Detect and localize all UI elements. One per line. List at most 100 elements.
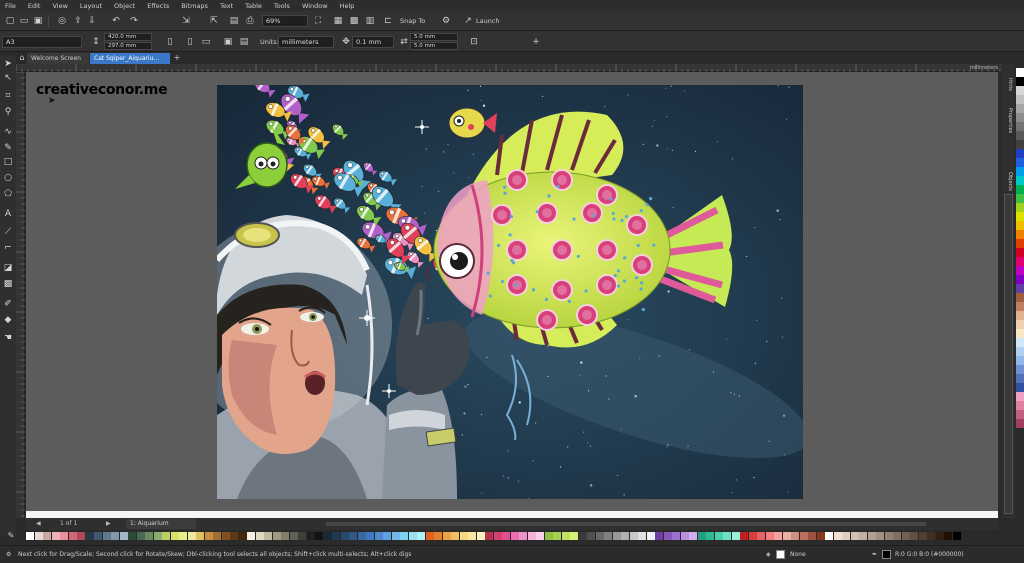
palette-swatch[interactable] <box>1016 239 1024 248</box>
palette-swatch[interactable] <box>570 532 578 540</box>
full-screen-icon[interactable]: ⛶ <box>312 15 324 27</box>
palette-swatch[interactable] <box>493 532 502 540</box>
palette-swatch[interactable] <box>791 532 799 540</box>
palette-swatch[interactable] <box>1016 329 1024 338</box>
zoom-tool-icon[interactable]: ⚲ <box>2 106 14 118</box>
palette-swatch[interactable] <box>1016 257 1024 266</box>
text-tool-icon[interactable]: A <box>2 208 14 220</box>
palette-swatch[interactable] <box>162 532 170 540</box>
palette-swatch[interactable] <box>77 532 85 540</box>
nudge-distance-field[interactable]: 0.1 mm <box>352 36 394 48</box>
drop-shadow-icon[interactable]: ◪ <box>2 262 14 274</box>
ellipse-tool-icon[interactable]: ○ <box>2 172 14 184</box>
palette-swatch[interactable] <box>935 532 944 540</box>
palette-swatch[interactable] <box>706 532 714 540</box>
palette-swatch[interactable] <box>757 532 765 540</box>
docker-tab-hints[interactable]: Hints <box>1004 78 1013 91</box>
palette-swatch[interactable] <box>689 532 697 540</box>
palette-swatch[interactable] <box>315 532 323 540</box>
palette-swatch[interactable] <box>366 532 374 540</box>
import-icon[interactable]: ⇲ <box>180 15 192 27</box>
palette-swatch[interactable] <box>1016 230 1024 239</box>
palette-swatch[interactable] <box>1016 347 1024 356</box>
palette-swatch[interactable] <box>944 532 952 540</box>
palette-swatch[interactable] <box>672 532 680 540</box>
palette-swatch[interactable] <box>952 532 961 540</box>
horizontal-ruler[interactable]: millimeters <box>15 64 1002 72</box>
palette-swatch[interactable] <box>655 532 663 540</box>
open-folder-icon[interactable]: ▭ <box>18 15 30 27</box>
treat-as-filled-icon[interactable]: ⊡ <box>468 36 480 48</box>
palette-swatch[interactable] <box>1016 68 1024 77</box>
snap-icon[interactable]: ⊏ <box>382 15 394 27</box>
smart-fill-icon[interactable]: ☚ <box>2 332 14 344</box>
palette-swatch[interactable] <box>595 532 604 540</box>
fill-swatch-none[interactable] <box>776 550 785 559</box>
add-icon[interactable]: + <box>530 36 542 48</box>
palette-swatch[interactable] <box>1016 266 1024 275</box>
palette-swatch[interactable] <box>927 532 935 540</box>
palette-swatch[interactable] <box>663 532 672 540</box>
page-size-select[interactable]: A3 <box>2 36 82 48</box>
palette-swatch[interactable] <box>102 532 111 540</box>
palette-swatch[interactable] <box>1016 140 1024 149</box>
all-pages-size-icon[interactable]: ▤ <box>238 36 250 48</box>
connector-tool-icon[interactable]: ⌐ <box>2 242 14 254</box>
palette-swatch[interactable] <box>94 532 102 540</box>
menu-view[interactable]: View <box>52 2 67 10</box>
palette-swatch[interactable] <box>247 532 255 540</box>
rectangle-tool-icon[interactable]: □ <box>2 156 14 168</box>
home-icon[interactable]: ⌂ <box>17 52 27 63</box>
palette-swatch[interactable] <box>187 532 196 540</box>
palette-swatch[interactable] <box>153 532 162 540</box>
palette-swatch[interactable] <box>1016 311 1024 320</box>
palette-swatch[interactable] <box>272 532 281 540</box>
palette-swatch[interactable] <box>646 532 655 540</box>
palette-swatch[interactable] <box>1016 167 1024 176</box>
palette-swatch[interactable] <box>1016 383 1024 392</box>
eyedropper-palette-icon[interactable]: ✎ <box>4 530 18 542</box>
palette-swatch[interactable] <box>527 532 536 540</box>
page-tab[interactable]: 1: Aiquarium <box>126 519 196 529</box>
tab-welcome-screen[interactable]: Welcome Screen <box>27 53 89 64</box>
palette-swatch[interactable] <box>1016 95 1024 104</box>
horizontal-scrollbar[interactable] <box>326 522 926 526</box>
palette-swatch[interactable] <box>289 532 298 540</box>
palette-swatch[interactable] <box>332 532 340 540</box>
artistic-media-icon[interactable]: ✎ <box>2 142 14 154</box>
palette-swatch[interactable] <box>204 532 213 540</box>
palette-swatch[interactable] <box>1016 401 1024 410</box>
palette-swatch[interactable] <box>1016 365 1024 374</box>
palette-swatch[interactable] <box>1016 212 1024 221</box>
palette-swatch[interactable] <box>1016 86 1024 95</box>
menu-help[interactable]: Help <box>340 2 355 10</box>
palette-swatch[interactable] <box>451 532 459 540</box>
landscape-icon[interactable]: ▭ <box>200 36 212 48</box>
launch-icon[interactable]: ↗ <box>462 15 474 27</box>
palette-swatch[interactable] <box>306 532 315 540</box>
drawing-canvas[interactable]: creativeconor.me ➤ <box>26 72 998 518</box>
palette-swatch[interactable] <box>1016 203 1024 212</box>
palette-swatch[interactable] <box>417 532 425 540</box>
palette-swatch[interactable] <box>519 532 527 540</box>
palette-swatch[interactable] <box>230 532 238 540</box>
parallel-dimension-icon[interactable]: ⟋ <box>2 226 14 238</box>
redo-icon[interactable]: ↷ <box>128 15 140 27</box>
palette-swatch[interactable] <box>1016 221 1024 230</box>
palette-swatch[interactable] <box>502 532 510 540</box>
menu-tools[interactable]: Tools <box>274 2 290 10</box>
vertical-scrollbar[interactable] <box>1004 194 1013 514</box>
palette-swatch[interactable] <box>442 532 451 540</box>
palette-swatch[interactable] <box>510 532 519 540</box>
palette-swatch[interactable] <box>1016 356 1024 365</box>
palette-swatch[interactable] <box>765 532 774 540</box>
palette-swatch[interactable] <box>876 532 884 540</box>
palette-swatch[interactable] <box>43 532 51 540</box>
palette-swatch[interactable] <box>136 532 145 540</box>
menu-layout[interactable]: Layout <box>80 2 102 10</box>
first-page-icon[interactable]: ◀ <box>36 519 41 529</box>
palette-swatch[interactable] <box>255 532 264 540</box>
tab-document[interactable]: Cat Sqiper_Aiquariu... <box>90 53 170 64</box>
duplicate-x-field[interactable]: 5.0 mm <box>410 33 458 41</box>
palette-swatch[interactable] <box>459 532 468 540</box>
